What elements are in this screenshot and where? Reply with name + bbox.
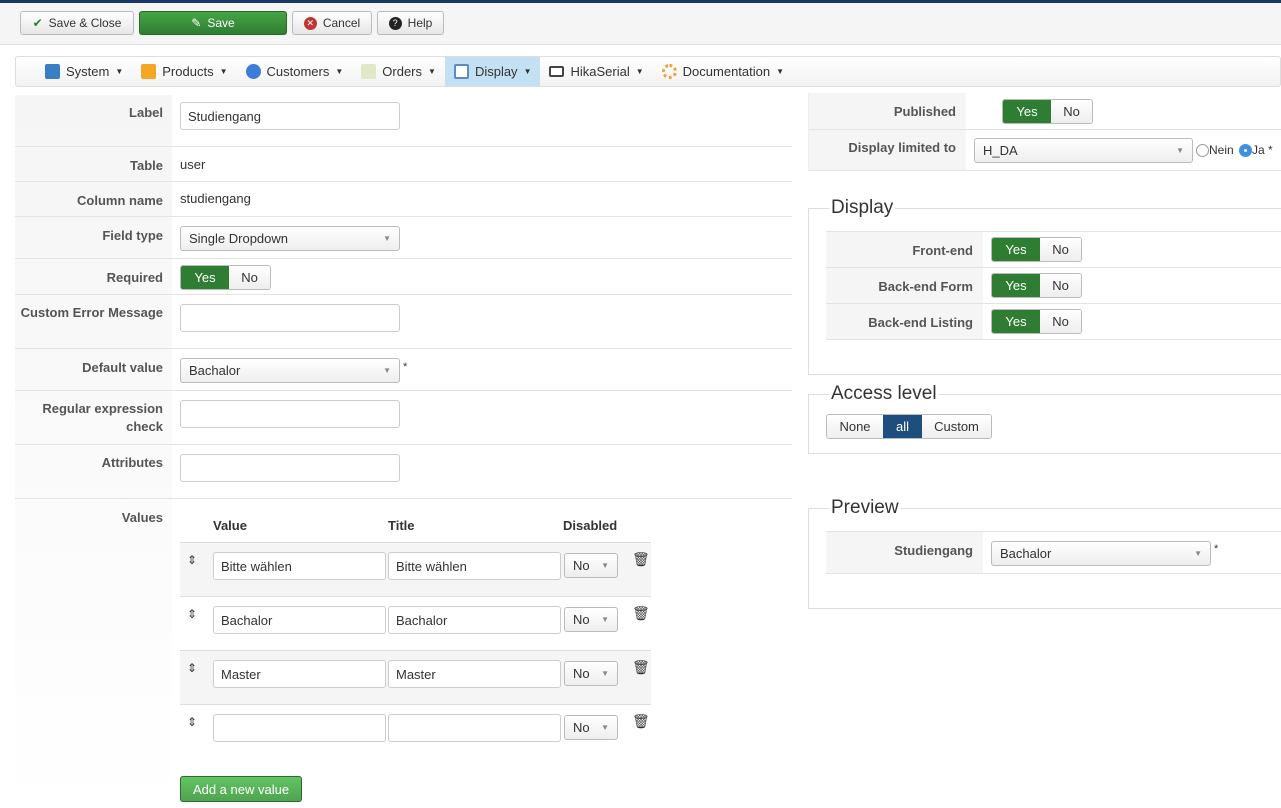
values-header-title: Title xyxy=(388,518,415,533)
row-field-type: Field type Single Dropdown ▼ xyxy=(15,217,792,259)
edit-icon: ✎ xyxy=(191,16,202,30)
values-header-disabled: Disabled xyxy=(563,518,618,533)
label-input[interactable]: Studiengang xyxy=(180,102,400,130)
backend-listing-toggle: Yes No xyxy=(991,309,1082,334)
save-button[interactable]: ✎ Save xyxy=(139,11,287,35)
default-value-select[interactable]: Bachalor ▼ xyxy=(180,358,400,383)
tools-icon xyxy=(45,64,60,79)
title-input[interactable]: Master xyxy=(388,660,561,688)
row-table: Table user xyxy=(15,147,792,182)
chevron-down-icon: ▼ xyxy=(383,366,391,375)
preview-fieldset: Preview Studiengang Bachalor ▼ * xyxy=(808,497,1281,609)
trash-icon[interactable]: 🗑 xyxy=(632,551,650,568)
menu-products[interactable]: Products ▼ xyxy=(132,57,236,86)
value-row: ⇕ No ▼ 🗑 xyxy=(180,704,651,758)
user-icon xyxy=(245,64,261,79)
menu-hikaserial[interactable]: HikaSerial ▼ xyxy=(540,57,652,86)
menu-customers[interactable]: Customers ▼ xyxy=(237,57,353,86)
preview-select[interactable]: Bachalor ▼ xyxy=(991,541,1211,566)
value-row: ⇕ Master Master No ▼ 🗑 xyxy=(180,650,651,704)
cancel-icon: ✕ xyxy=(303,16,317,30)
main-menu: System ▼ Products ▼ Customers ▼ Orders ▼ Dis… xyxy=(15,56,1281,87)
access-none[interactable]: None xyxy=(827,415,883,438)
drag-handle-icon[interactable]: ⇕ xyxy=(187,661,197,675)
values-header-value: Value xyxy=(213,518,247,533)
display-icon xyxy=(453,64,469,79)
row-regex: Regular expression check xyxy=(15,391,792,445)
published-toggle: Yes No xyxy=(1002,99,1093,124)
row-label: Label Studiengang xyxy=(15,95,792,147)
published-no[interactable]: No xyxy=(1051,100,1092,123)
trash-icon[interactable]: 🗑 xyxy=(632,659,650,676)
menu-documentation[interactable]: Documentation ▼ xyxy=(653,57,793,86)
drag-handle-icon[interactable]: ⇕ xyxy=(187,607,197,621)
nein-radio[interactable]: Nein xyxy=(1196,143,1234,158)
disabled-select[interactable]: No ▼ xyxy=(564,607,618,632)
value-input[interactable] xyxy=(213,714,386,742)
help-icon: ? xyxy=(388,16,402,30)
save-close-button[interactable]: ✔ Save & Close xyxy=(20,11,134,35)
value-input[interactable]: Bachalor xyxy=(213,606,386,634)
backend-form-toggle: Yes No xyxy=(991,273,1082,298)
access-level-fieldset: Access level None all Custom xyxy=(808,383,1281,454)
toolbar: ✔ Save & Close ✎ Save ✕ Cancel ? Help xyxy=(0,3,1281,45)
add-value-button[interactable]: Add a new value xyxy=(180,776,302,802)
cancel-button[interactable]: ✕ Cancel xyxy=(292,11,372,35)
help-button[interactable]: ? Help xyxy=(377,11,444,35)
display-fieldset: Display Front-end Yes No Back-end Form Ye… xyxy=(808,197,1281,375)
row-required: Required Yes No xyxy=(15,259,792,295)
value-row: ⇕ Bachalor Bachalor No ▼ 🗑 xyxy=(180,596,651,650)
required-toggle: Yes No xyxy=(180,265,271,290)
attributes-input[interactable] xyxy=(180,454,400,482)
serial-icon xyxy=(549,66,565,77)
field-type-select[interactable]: Single Dropdown ▼ xyxy=(180,226,400,251)
title-input[interactable]: Bachalor xyxy=(388,606,561,634)
required-no[interactable]: No xyxy=(229,266,270,289)
check-icon: ✔ xyxy=(32,16,43,30)
publish-panel: Published Yes No Display limited to H_DA ▼… xyxy=(808,93,1281,171)
ja-radio[interactable]: Ja * xyxy=(1239,143,1273,158)
lifebuoy-icon xyxy=(661,64,677,79)
access-level-buttons: None all Custom xyxy=(826,414,992,439)
access-all[interactable]: all xyxy=(883,415,922,438)
row-custom-error: Custom Error Message xyxy=(15,295,792,349)
access-custom[interactable]: Custom xyxy=(922,415,991,438)
value-row: ⇕ Bitte wählen Bitte wählen No ▼ 🗑 xyxy=(180,542,651,596)
drag-handle-icon[interactable]: ⇕ xyxy=(187,553,197,567)
published-yes[interactable]: Yes xyxy=(1003,100,1051,123)
drag-handle-icon[interactable]: ⇕ xyxy=(187,715,197,729)
box-icon xyxy=(141,64,157,79)
row-attributes: Attributes xyxy=(15,445,792,499)
value-input[interactable]: Master xyxy=(213,660,386,688)
chevron-down-icon: ▼ xyxy=(383,234,391,243)
menu-system[interactable]: System ▼ xyxy=(36,57,132,86)
frontend-toggle: Yes No xyxy=(991,237,1082,262)
display-limited-select[interactable]: H_DA ▼ xyxy=(974,138,1193,163)
trash-icon[interactable]: 🗑 xyxy=(632,605,650,622)
value-input[interactable]: Bitte wählen xyxy=(213,552,386,580)
required-yes[interactable]: Yes xyxy=(181,266,229,289)
menu-display[interactable]: Display ▼ xyxy=(444,57,541,86)
row-default-value: Default value Bachalor ▼ * xyxy=(15,349,792,391)
disabled-select[interactable]: No ▼ xyxy=(564,715,618,740)
title-input[interactable] xyxy=(388,714,561,742)
disabled-select[interactable]: No ▼ xyxy=(564,553,618,578)
document-icon xyxy=(361,64,377,79)
custom-error-input[interactable] xyxy=(180,304,400,332)
regex-input[interactable] xyxy=(180,400,400,428)
menu-orders[interactable]: Orders ▼ xyxy=(352,57,445,86)
row-column-name: Column name studiengang xyxy=(15,182,792,217)
trash-icon[interactable]: 🗑 xyxy=(632,713,650,730)
disabled-select[interactable]: No ▼ xyxy=(564,661,618,686)
title-input[interactable]: Bitte wählen xyxy=(388,552,561,580)
